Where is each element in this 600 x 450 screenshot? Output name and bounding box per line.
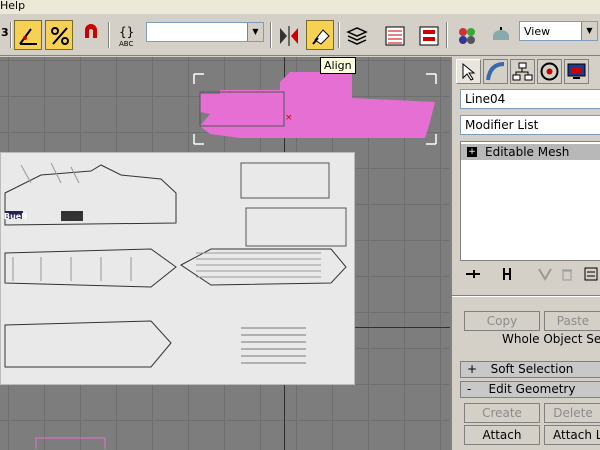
- paste-button[interactable]: Paste: [544, 311, 600, 331]
- edit-named-selection-icon: {}ABC: [119, 25, 134, 48]
- menu-bar: Help: [0, 0, 600, 14]
- rollout-title: Edit Geometry: [488, 382, 576, 396]
- create-tab[interactable]: [456, 59, 481, 84]
- render-scene-icon: [493, 27, 509, 40]
- command-panel: Line04 Modifier List + Editable Mesh Cop…: [450, 57, 600, 450]
- edit-named-selection-button[interactable]: {} ABC: [114, 20, 142, 50]
- modify-tab[interactable]: [483, 59, 508, 84]
- show-end-result-icon[interactable]: [498, 265, 516, 283]
- curve-editor-icon: [385, 26, 405, 46]
- spinner-snap-button[interactable]: [78, 20, 104, 50]
- attach-button[interactable]: Attach: [464, 425, 540, 445]
- align-icon: [312, 29, 330, 45]
- chevron-down-icon: ▼: [581, 22, 597, 40]
- menu-help[interactable]: Help: [0, 0, 25, 12]
- copy-button[interactable]: Copy: [464, 311, 540, 331]
- stack-item-editable-mesh[interactable]: + Editable Mesh: [461, 144, 600, 160]
- main-toolbar: 3 {} ABC ▼ View ▼: [0, 14, 600, 56]
- layer-manager-button[interactable]: [342, 20, 370, 50]
- mirror-button[interactable]: [274, 20, 302, 50]
- spinner-snap-icon: [85, 24, 97, 38]
- pin-stack-icon[interactable]: [464, 265, 482, 283]
- make-unique-icon[interactable]: [536, 265, 554, 283]
- schematic-view-button[interactable]: [414, 20, 442, 50]
- object-name-field[interactable]: Line04: [460, 89, 600, 109]
- perspective-viewport[interactable]: × Buell: [0, 57, 450, 450]
- rollout-title: Soft Selection: [490, 362, 574, 376]
- angle-snap-icon: [19, 28, 37, 45]
- percent-snap-button[interactable]: [45, 20, 73, 50]
- display-monitor-icon: [567, 63, 586, 79]
- motion-wheel-icon: [540, 62, 559, 81]
- curve-editor-button[interactable]: [380, 20, 408, 50]
- layer-manager-icon: [346, 27, 368, 45]
- blueprint-brand-text: Buell: [4, 212, 27, 221]
- material-editor-icon: [459, 28, 475, 44]
- attach-list-button[interactable]: Attach List: [544, 425, 600, 445]
- panel-divider: [452, 295, 600, 297]
- rollout-soft-selection[interactable]: + Soft Selection: [460, 361, 600, 378]
- svg-text:ABC: ABC: [119, 40, 133, 48]
- secondary-object-outline[interactable]: [35, 437, 107, 450]
- angle-snap-button[interactable]: [14, 20, 42, 50]
- view-dropdown-value: View: [524, 25, 551, 38]
- toolbar-fragment: 3: [1, 26, 9, 39]
- remove-modifier-icon[interactable]: [558, 265, 576, 283]
- schematic-view-icon: [419, 26, 439, 46]
- selected-ship-object[interactable]: ×: [180, 62, 442, 152]
- hierarchy-tab[interactable]: [510, 59, 535, 84]
- rollout-edit-geometry[interactable]: - Edit Geometry: [460, 381, 600, 398]
- material-editor-button[interactable]: [452, 20, 480, 50]
- svg-text:{}: {}: [119, 25, 134, 39]
- svg-text:×: ×: [285, 113, 293, 123]
- cursor-star-icon: [462, 62, 476, 81]
- modifier-stack[interactable]: + Editable Mesh: [460, 141, 600, 261]
- chevron-down-icon: ▼: [247, 23, 263, 41]
- align-button[interactable]: [306, 20, 334, 50]
- whole-object-select-checkbox-label[interactable]: Whole Object Select: [502, 332, 600, 346]
- named-selection-dropdown[interactable]: ▼: [146, 22, 264, 42]
- align-tooltip: Align: [320, 57, 356, 74]
- app-window: Help 3 {} ABC ▼ View ▼ × Buell Align Lin…: [0, 0, 600, 450]
- expand-plus-icon[interactable]: +: [467, 147, 477, 157]
- create-button[interactable]: Create: [464, 403, 540, 423]
- modifier-list-dropdown[interactable]: Modifier List: [460, 115, 600, 135]
- render-scene-button[interactable]: [486, 20, 514, 50]
- stack-item-label: Editable Mesh: [485, 145, 570, 159]
- hierarchy-icon: [512, 62, 533, 81]
- display-tab[interactable]: [564, 59, 589, 84]
- motion-tab[interactable]: [537, 59, 562, 84]
- configure-modifier-sets-icon[interactable]: [582, 265, 600, 283]
- view-dropdown[interactable]: View ▼: [519, 21, 598, 41]
- percent-snap-icon: [51, 27, 69, 45]
- ship-blueprint-plane[interactable]: Buell: [0, 152, 355, 385]
- modify-arc-icon: [486, 62, 505, 81]
- mirror-icon: [280, 26, 298, 46]
- delete-button[interactable]: Delete: [544, 403, 600, 423]
